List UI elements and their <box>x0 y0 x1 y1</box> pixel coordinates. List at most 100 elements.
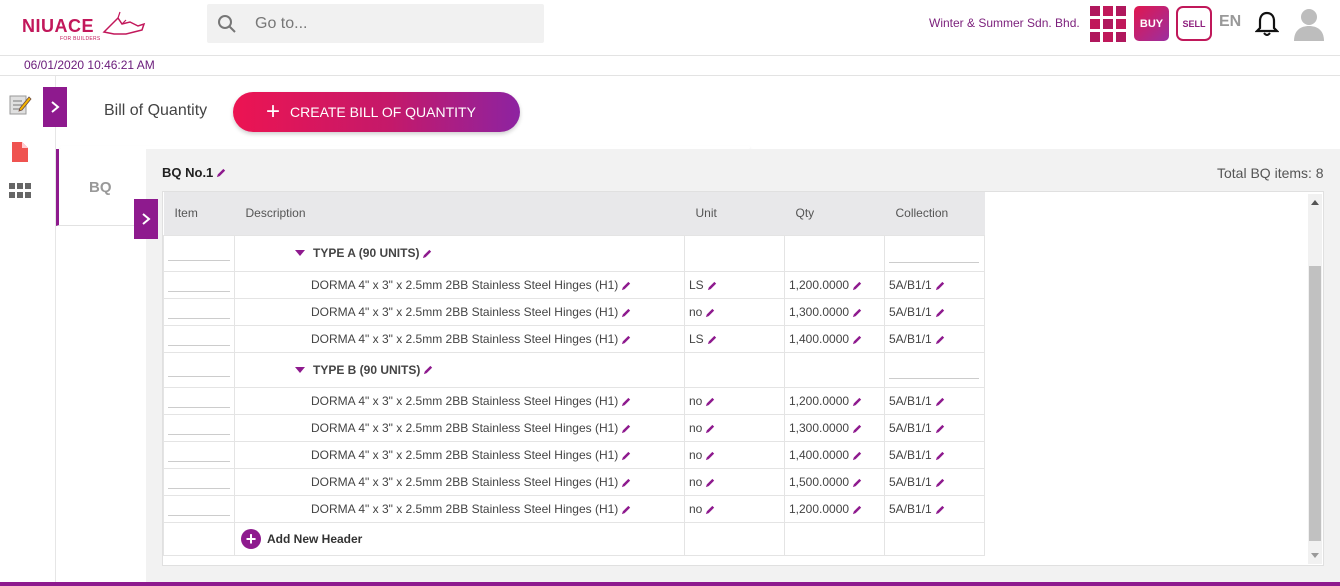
unit-cell[interactable]: no <box>684 494 785 523</box>
item-cell[interactable] <box>163 413 235 442</box>
vertical-scrollbar[interactable] <box>1308 194 1322 564</box>
pencil-icon[interactable] <box>621 450 632 461</box>
description-cell[interactable]: DORMA 4" x 3" x 2.5mm 2BB Stainless Stee… <box>234 467 685 496</box>
unit-cell[interactable]: no <box>684 440 785 469</box>
unit-cell[interactable]: no <box>684 386 785 415</box>
description-cell[interactable]: DORMA 4" x 3" x 2.5mm 2BB Stainless Stee… <box>234 297 685 326</box>
collection-cell[interactable]: 5A/B1/1 <box>884 297 985 326</box>
search-input[interactable] <box>255 14 535 33</box>
buy-button[interactable]: BUY <box>1134 6 1169 41</box>
pencil-icon[interactable] <box>705 307 716 318</box>
expand-panel-button[interactable] <box>134 199 158 239</box>
pencil-icon[interactable] <box>705 423 716 434</box>
qty-cell[interactable]: 1,200.0000 <box>784 494 885 523</box>
caret-down-icon[interactable] <box>295 366 305 373</box>
pencil-icon[interactable] <box>935 504 946 515</box>
scroll-up-arrow[interactable] <box>1311 200 1319 205</box>
brand-logo[interactable]: NIUACE FOR BUILDERS <box>22 10 147 44</box>
item-cell[interactable] <box>163 494 235 523</box>
description-cell[interactable]: DORMA 4" x 3" x 2.5mm 2BB Stainless Stee… <box>234 440 685 469</box>
collection-cell[interactable] <box>884 351 985 388</box>
unit-cell[interactable]: no <box>684 413 785 442</box>
scroll-down-arrow[interactable] <box>1311 553 1319 558</box>
group-header-cell[interactable]: TYPE B (90 UNITS) <box>234 351 685 388</box>
pencil-icon[interactable] <box>935 334 946 345</box>
unit-cell[interactable]: no <box>684 467 785 496</box>
pencil-icon[interactable] <box>621 396 632 407</box>
qty-cell[interactable]: 1,200.0000 <box>784 386 885 415</box>
add-new-header-button[interactable]: + Add New Header <box>239 528 680 549</box>
item-cell[interactable] <box>163 297 235 326</box>
qty-cell[interactable]: 1,300.0000 <box>784 297 885 326</box>
pencil-icon[interactable] <box>935 450 946 461</box>
item-cell[interactable] <box>163 351 235 388</box>
qty-cell[interactable]: 1,200.0000 <box>784 270 885 299</box>
pencil-icon[interactable] <box>935 307 946 318</box>
pencil-icon[interactable] <box>852 396 863 407</box>
description-cell[interactable]: DORMA 4" x 3" x 2.5mm 2BB Stainless Stee… <box>234 270 685 299</box>
pencil-icon[interactable] <box>705 477 716 488</box>
sell-button[interactable]: SELL <box>1176 6 1212 41</box>
add-circle-icon[interactable]: + <box>241 528 261 549</box>
pencil-icon[interactable] <box>852 423 863 434</box>
language-switch[interactable]: EN <box>1219 13 1241 31</box>
pencil-icon[interactable] <box>705 396 716 407</box>
item-cell[interactable] <box>163 324 235 353</box>
pencil-icon[interactable] <box>852 477 863 488</box>
pencil-icon[interactable] <box>852 307 863 318</box>
collection-cell[interactable]: 5A/B1/1 <box>884 413 985 442</box>
collection-cell[interactable] <box>884 234 985 272</box>
description-cell[interactable]: DORMA 4" x 3" x 2.5mm 2BB Stainless Stee… <box>234 413 685 442</box>
item-cell[interactable] <box>163 467 235 496</box>
qty-cell[interactable]: 1,300.0000 <box>784 413 885 442</box>
expand-sidebar-button[interactable] <box>43 87 67 127</box>
pencil-icon[interactable] <box>621 307 632 318</box>
apps-grid-icon[interactable] <box>1090 6 1126 42</box>
qty-cell[interactable]: 1,400.0000 <box>784 324 885 353</box>
item-cell[interactable] <box>163 234 235 272</box>
collection-cell[interactable]: 5A/B1/1 <box>884 324 985 353</box>
grid-icon[interactable] <box>8 180 32 204</box>
pencil-icon[interactable] <box>621 280 632 291</box>
scroll-thumb[interactable] <box>1309 266 1321 541</box>
collection-cell[interactable]: 5A/B1/1 <box>884 270 985 299</box>
description-cell[interactable]: DORMA 4" x 3" x 2.5mm 2BB Stainless Stee… <box>234 324 685 353</box>
unit-cell[interactable]: no <box>684 297 785 326</box>
pencil-icon[interactable] <box>422 248 433 259</box>
pencil-icon[interactable] <box>621 334 632 345</box>
pencil-icon[interactable] <box>852 280 863 291</box>
pencil-icon[interactable] <box>705 450 716 461</box>
item-cell[interactable] <box>163 270 235 299</box>
collection-cell[interactable]: 5A/B1/1 <box>884 386 985 415</box>
pencil-icon[interactable] <box>852 504 863 515</box>
edit-note-icon[interactable] <box>8 92 32 116</box>
pencil-icon[interactable] <box>707 334 718 345</box>
collection-cell[interactable]: 5A/B1/1 <box>884 440 985 469</box>
pencil-icon[interactable] <box>707 280 718 291</box>
pencil-icon[interactable] <box>216 167 227 178</box>
create-bq-button[interactable]: + CREATE BILL OF QUANTITY <box>233 92 520 132</box>
caret-down-icon[interactable] <box>295 250 305 256</box>
unit-cell[interactable]: LS <box>684 324 785 353</box>
unit-cell[interactable]: LS <box>684 270 785 299</box>
qty-cell[interactable]: 1,500.0000 <box>784 467 885 496</box>
pencil-icon[interactable] <box>852 450 863 461</box>
pencil-icon[interactable] <box>935 477 946 488</box>
tab-bq[interactable]: BQ <box>56 149 146 226</box>
add-header-cell[interactable]: + Add New Header <box>234 521 685 556</box>
company-name[interactable]: Winter & Summer Sdn. Bhd. <box>929 16 1080 30</box>
collection-cell[interactable]: 5A/B1/1 <box>884 467 985 496</box>
pencil-icon[interactable] <box>935 423 946 434</box>
pencil-icon[interactable] <box>935 396 946 407</box>
pencil-icon[interactable] <box>621 504 632 515</box>
item-cell[interactable] <box>163 386 235 415</box>
collection-cell[interactable]: 5A/B1/1 <box>884 494 985 523</box>
avatar-icon[interactable] <box>1291 5 1327 41</box>
pencil-icon[interactable] <box>852 334 863 345</box>
search-bar[interactable] <box>207 4 544 43</box>
pencil-icon[interactable] <box>705 504 716 515</box>
document-icon[interactable] <box>8 140 32 164</box>
item-cell[interactable] <box>163 440 235 469</box>
pencil-icon[interactable] <box>935 280 946 291</box>
qty-cell[interactable]: 1,400.0000 <box>784 440 885 469</box>
